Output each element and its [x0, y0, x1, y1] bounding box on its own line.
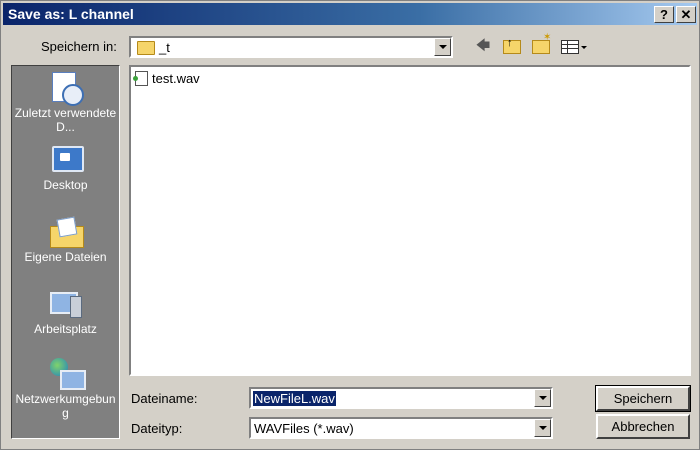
look-in-label: Speichern in: — [41, 39, 117, 54]
folder-up-icon — [503, 37, 521, 54]
cancel-button[interactable]: Abbrechen — [596, 414, 690, 439]
save-button[interactable]: Speichern — [595, 385, 691, 412]
help-button[interactable]: ? — [654, 6, 674, 23]
close-button[interactable]: ✕ — [676, 6, 696, 23]
look-in-dropdown[interactable]: _t — [129, 36, 453, 58]
caret-down-icon — [581, 45, 587, 49]
desktop-icon — [48, 144, 84, 176]
place-my-computer[interactable]: Arbeitsplatz — [12, 288, 119, 336]
look-in-value: _t — [159, 40, 170, 55]
filetype-dropdown[interactable]: WAVFiles (*.wav) — [249, 417, 553, 439]
folder-icon — [137, 41, 155, 55]
new-folder-button[interactable] — [529, 32, 553, 57]
views-menu-button[interactable] — [559, 37, 589, 57]
place-desktop-label: Desktop — [43, 178, 88, 192]
file-item[interactable]: test.wav — [133, 71, 200, 86]
places-bar: Zuletzt verwendete D... Desktop Eigene D… — [11, 65, 120, 439]
network-places-icon — [48, 358, 86, 390]
recent-documents-icon — [48, 72, 84, 106]
place-recent[interactable]: Zuletzt verwendete D... — [12, 72, 119, 134]
place-network-label: Netzwerkumgebung — [15, 392, 116, 420]
window-title: Save as: L channel — [8, 6, 134, 22]
place-network[interactable]: Netzwerkumgebung — [14, 358, 117, 420]
chevron-down-icon[interactable] — [534, 419, 551, 437]
file-list[interactable]: test.wav — [129, 65, 691, 376]
title-bar[interactable]: Save as: L channel ? ✕ — [3, 3, 697, 25]
place-recent-label: Zuletzt verwendete D... — [14, 106, 117, 134]
filetype-label: Dateityp: — [131, 421, 183, 436]
back-arrow-icon: 🡄 — [475, 37, 491, 53]
chevron-down-icon[interactable] — [434, 38, 451, 56]
place-my-documents-label: Eigene Dateien — [24, 250, 107, 264]
place-desktop[interactable]: Desktop — [12, 144, 119, 192]
file-name: test.wav — [152, 71, 200, 86]
my-documents-icon — [48, 216, 84, 248]
back-button[interactable]: 🡄 — [472, 37, 494, 57]
wav-file-icon — [133, 71, 148, 86]
filename-value[interactable]: NewFileL.wav — [253, 391, 336, 406]
my-computer-icon — [48, 288, 84, 320]
new-folder-icon — [532, 32, 551, 54]
folder-up-button[interactable] — [501, 37, 523, 57]
views-menu-icon — [561, 40, 579, 54]
filetype-value: WAVFiles (*.wav) — [254, 421, 354, 436]
place-my-computer-label: Arbeitsplatz — [34, 322, 97, 336]
filename-label: Dateiname: — [131, 391, 198, 406]
save-as-dialog: Save as: L channel ? ✕ Speichern in: _t … — [0, 0, 700, 450]
place-my-documents[interactable]: Eigene Dateien — [12, 216, 119, 264]
chevron-down-icon[interactable] — [534, 389, 551, 407]
filename-input[interactable]: NewFileL.wav — [249, 387, 553, 409]
